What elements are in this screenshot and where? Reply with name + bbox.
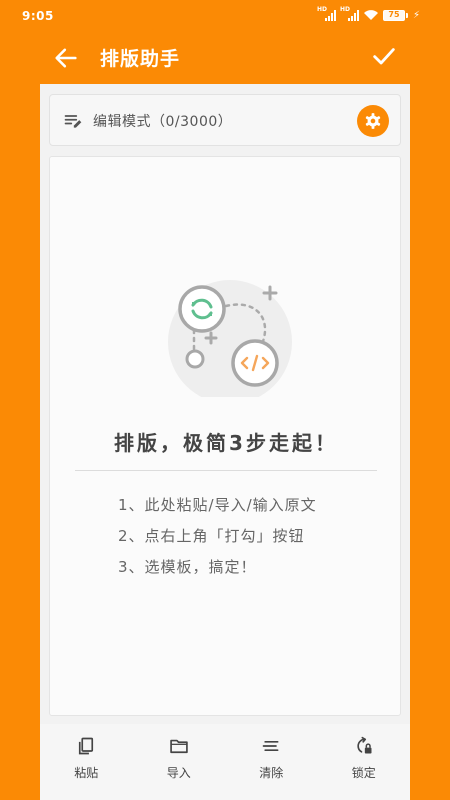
status-time: 9:05	[22, 9, 54, 23]
clear-label: 清除	[259, 766, 284, 780]
gear-icon	[365, 113, 381, 129]
import-label: 导入	[166, 766, 191, 780]
mode-label: 编辑模式（0/3000）	[93, 114, 233, 130]
instruction-step: 2、点右上角「打勾」按钮	[118, 527, 305, 545]
clipboard-icon	[79, 737, 94, 755]
clear-lines-icon	[262, 741, 279, 751]
rotate-lock-icon	[357, 736, 372, 754]
lock-button[interactable]: 锁定	[329, 724, 399, 800]
arrow-left-icon[interactable]	[52, 44, 80, 72]
edit-notes-icon	[64, 115, 82, 128]
divider	[75, 470, 377, 471]
settings-button[interactable]	[357, 105, 389, 137]
paste-button[interactable]: 粘贴	[51, 724, 121, 800]
clear-button[interactable]: 清除	[236, 724, 306, 800]
main-panel: 编辑模式（0/3000） 排版，极简3步走起！ 1、此处粘贴/导入/输入原文 2…	[40, 84, 410, 800]
status-icons: HD HD 75 ⚡	[317, 7, 420, 21]
page-title: 排版助手	[100, 48, 181, 70]
check-icon[interactable]	[370, 42, 398, 70]
import-button[interactable]: 导入	[144, 724, 214, 800]
lock-label: 锁定	[351, 766, 376, 780]
status-bar: 9:05 HD HD 75 ⚡	[0, 0, 450, 34]
instruction-step: 1、此处粘贴/导入/输入原文	[118, 496, 317, 514]
text-editor-area[interactable]: 排版，极简3步走起！ 1、此处粘贴/导入/输入原文 2、点右上角「打勾」按钮 3…	[49, 156, 401, 716]
wifi-icon	[363, 10, 378, 20]
connected-nodes-icon	[168, 280, 292, 397]
signal-icon: HD	[340, 7, 359, 21]
folder-icon	[170, 739, 188, 754]
editor-headline: 排版，极简3步走起！	[114, 431, 338, 455]
paste-label: 粘贴	[74, 766, 99, 780]
battery-level: 75	[388, 10, 400, 19]
app-header: 排版助手	[0, 34, 450, 80]
instruction-steps: 1、此处粘贴/导入/输入原文 2、点右上角「打勾」按钮 3、选模板，搞定！	[118, 495, 317, 588]
mode-bar: 编辑模式（0/3000）	[49, 94, 401, 146]
charging-icon: ⚡	[412, 9, 420, 21]
bottom-toolbar: 粘贴 导入 清除 锁定	[40, 724, 410, 800]
signal-icon: HD	[317, 7, 336, 21]
battery-icon: 75	[382, 9, 408, 21]
instruction-step: 3、选模板，搞定！	[118, 558, 257, 576]
